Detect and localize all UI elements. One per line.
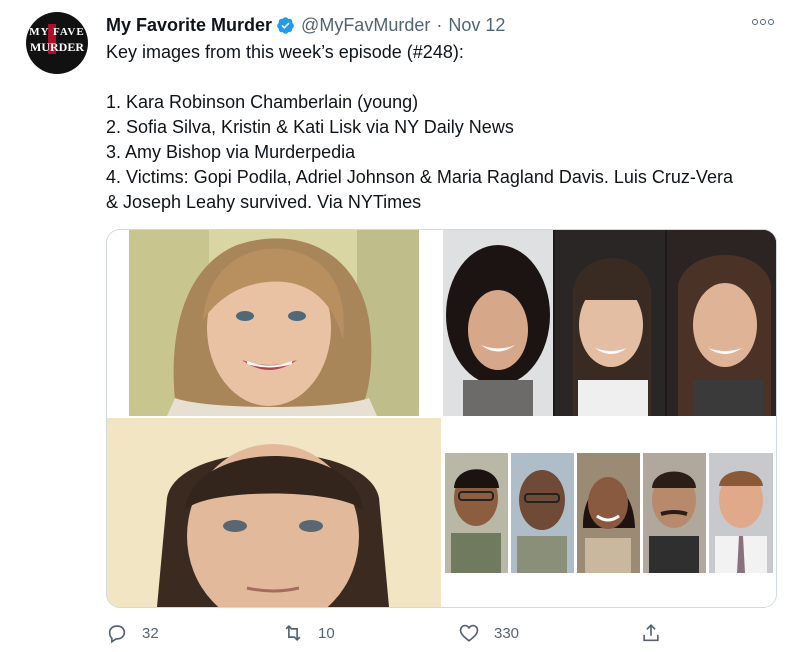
tweet-line: & Joseph Leahy survived. Via NYTimes bbox=[106, 192, 422, 212]
avatar[interactable]: MY FAVE MURDER bbox=[26, 12, 88, 74]
tweet-header: My Favorite Murder @MyFavMurder · Nov 12 bbox=[106, 13, 505, 37]
author-handle[interactable]: @MyFavMurder bbox=[301, 15, 430, 36]
tweet-line: 2. Sofia Silva, Kristin & Kati Lisk via … bbox=[106, 117, 514, 137]
tweet-line: 4. Victims: Gopi Podila, Adriel Johnson … bbox=[106, 167, 733, 187]
tweet[interactable]: MY FAVE MURDER My Favorite Murder @MyFav… bbox=[0, 0, 800, 652]
media-image-sofia-kristin-kati[interactable] bbox=[443, 230, 776, 416]
reply-icon bbox=[108, 625, 126, 644]
separator-dot: · bbox=[436, 14, 443, 35]
more-options-icon[interactable] bbox=[750, 12, 776, 32]
share-button[interactable] bbox=[640, 620, 662, 646]
media-grid bbox=[106, 229, 777, 608]
media-image-victims[interactable] bbox=[443, 418, 776, 607]
portrait-photo-icon bbox=[443, 230, 776, 416]
avatar-logo-top: MY FAVE bbox=[29, 26, 85, 38]
retweet-icon bbox=[285, 624, 301, 642]
tweet-actions: 32 10 330 bbox=[106, 620, 666, 646]
portrait-photo-icon bbox=[107, 418, 441, 607]
author-name[interactable]: My Favorite Murder bbox=[106, 15, 272, 36]
reply-button[interactable]: 32 bbox=[106, 620, 159, 646]
tweet-line: Key images from this week’s episode (#24… bbox=[106, 42, 464, 62]
heart-icon bbox=[459, 624, 479, 642]
avatar-logo-bottom: MURDER bbox=[30, 40, 84, 54]
tweet-text: Key images from this week’s episode (#24… bbox=[106, 40, 786, 215]
media-image-amy-bishop[interactable] bbox=[107, 418, 441, 607]
like-count: 330 bbox=[494, 624, 520, 642]
like-button[interactable]: 330 bbox=[458, 620, 519, 646]
portrait-photo-icon bbox=[443, 418, 776, 607]
verified-badge-icon bbox=[277, 16, 294, 34]
retweet-button[interactable]: 10 bbox=[282, 620, 335, 646]
portrait-photo-icon bbox=[129, 230, 419, 416]
retweet-count: 10 bbox=[318, 624, 335, 642]
share-icon bbox=[643, 624, 659, 642]
tweet-line: 1. Kara Robinson Chamberlain (young) bbox=[106, 92, 419, 112]
tweet-date[interactable]: Nov 12 bbox=[448, 15, 505, 36]
reply-count: 32 bbox=[142, 624, 159, 642]
tweet-line bbox=[106, 65, 786, 90]
tweet-line: 3. Amy Bishop via Murderpedia bbox=[106, 142, 356, 162]
media-image-kara-robinson[interactable] bbox=[107, 230, 441, 416]
